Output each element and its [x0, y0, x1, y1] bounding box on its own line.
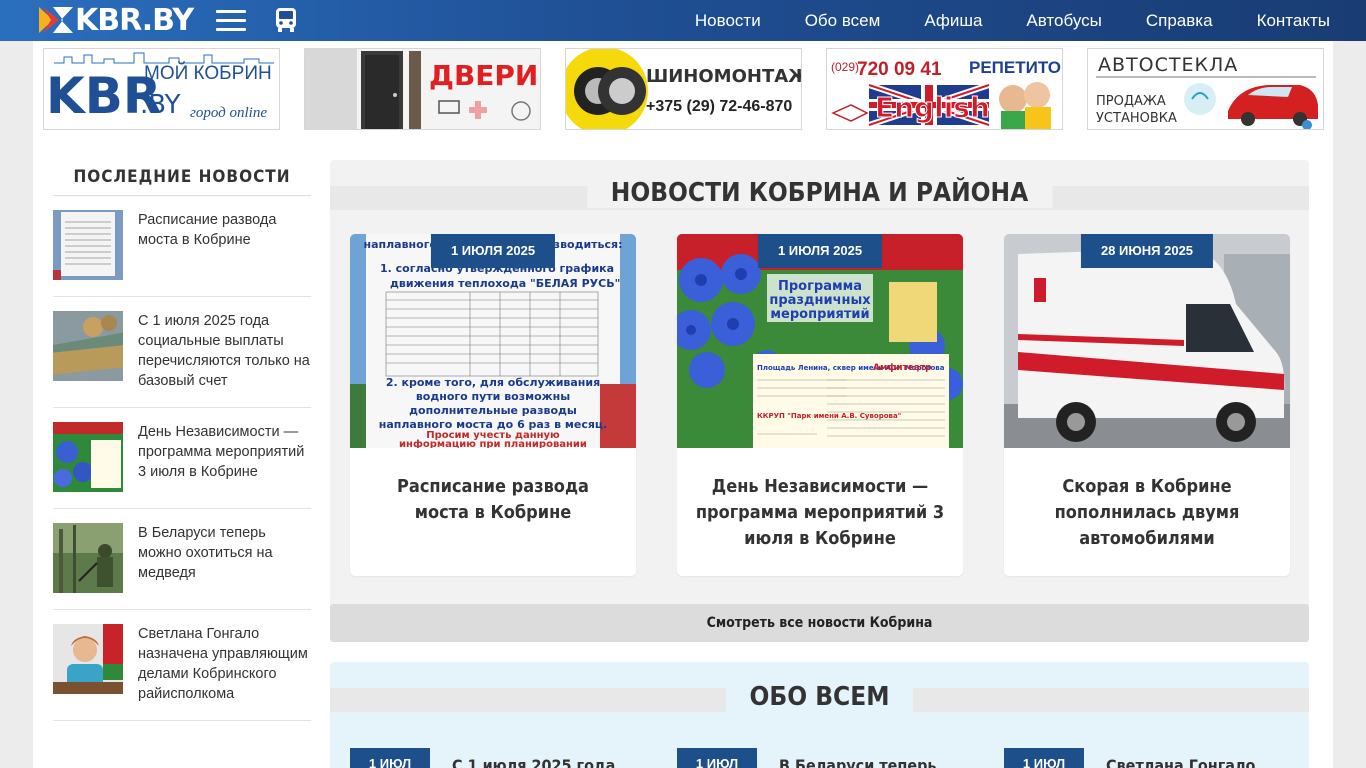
svg-text:АВТОСТЕКЛА: АВТОСТЕКЛА: [1098, 54, 1238, 76]
svg-text:УСТАНОВКА: УСТАНОВКА: [1096, 111, 1177, 126]
svg-text:РЕПЕТИТОР: РЕПЕТИТОР: [969, 58, 1063, 77]
svg-text:ККРУП "Парк имени А.В. Суворов: ККРУП "Парк имени А.В. Суворова": [757, 412, 901, 420]
about-item[interactable]: 1 ИЮЛ С 1 июля 2025 года: [350, 748, 615, 768]
about-item[interactable]: 1 ИЮЛ В Беларуси теперь: [677, 748, 937, 768]
banner-glass[interactable]: АВТОСТЕКЛА ПРОДАЖА УСТАНОВКА: [1087, 48, 1324, 130]
top-header: KBR.BY Новости Обо всем Афиша Автобусы С…: [0, 0, 1366, 41]
news-card-title: День Независимости — программа мероприят…: [695, 476, 945, 549]
nav-reference[interactable]: Справка: [1146, 11, 1213, 31]
news-card-title: Расписание развода моста в Кобрине: [397, 476, 589, 523]
news-section: НОВОСТИ КОБРИНА И РАЙОНА наплавного мост…: [330, 160, 1309, 642]
latest-item-title: День Независимости — программа мероприят…: [138, 424, 305, 480]
svg-text:водного пути возможны: водного пути возможны: [416, 390, 570, 403]
logo-text: KBR.BY: [75, 2, 194, 38]
about-item-date: 1 ИЮЛ: [350, 748, 430, 768]
nav-afisha[interactable]: Афиша: [924, 11, 982, 31]
latest-item[interactable]: Светлана Гонгало назначена управляющим д…: [53, 610, 311, 721]
svg-text:праздничных: праздничных: [769, 293, 871, 308]
news-card[interactable]: наплавного моста будет производиться: 1.…: [350, 234, 636, 576]
svg-text:.BY: .BY: [140, 90, 181, 120]
news-card[interactable]: 2025 Программа праздничных мероприятий П…: [677, 234, 963, 576]
svg-text:дополнительные разводы: дополнительные разводы: [409, 404, 577, 417]
nav-buses[interactable]: Автобусы: [1026, 11, 1101, 31]
news-section-title: НОВОСТИ КОБРИНА И РАЙОНА: [586, 178, 1053, 208]
svg-text:(029): (029): [831, 60, 859, 74]
latest-thumb-portrait: [53, 624, 123, 694]
about-item-date: 1 ИЮЛ: [1004, 748, 1084, 768]
latest-item-title: Светлана Гонгало назначена управляющим д…: [138, 626, 308, 702]
about-section: ОБО ВСЕМ 1 ИЮЛ С 1 июля 2025 года 1 ИЮЛ …: [330, 662, 1309, 768]
svg-text:информацию при планировании: информацию при планировании: [399, 438, 587, 448]
banner-glass-art: АВТОСТЕКЛА ПРОДАЖА УСТАНОВКА: [1096, 54, 1318, 129]
news-card-image: наплавного моста будет производиться: 1.…: [350, 234, 636, 448]
svg-text:мероприятий: мероприятий: [770, 307, 869, 322]
all-news-button[interactable]: Смотреть все новости Кобрина: [330, 604, 1309, 642]
svg-text:город online: город online: [190, 105, 267, 121]
latest-thumb-independence-day: [53, 422, 123, 492]
svg-text:ПРОДАЖА: ПРОДАЖА: [1096, 94, 1166, 109]
latest-news-sidebar: ПОСЛЕДНИЕ НОВОСТИ Расписание развода мос…: [53, 167, 311, 721]
news-card-date: 1 ИЮЛЯ 2025: [430, 234, 556, 268]
svg-text:English: English: [875, 91, 990, 124]
latest-item[interactable]: Расписание развода моста в Кобрине: [53, 196, 311, 297]
nav-about[interactable]: Обо всем: [805, 11, 881, 31]
news-card-date: 28 ИЮНЯ 2025: [1080, 234, 1214, 268]
latest-thumb-money: [53, 311, 123, 381]
banner-tires-art: ШИНОМОНТАЖ +375 (29) 72-46-870: [566, 49, 802, 129]
svg-text:2025: 2025: [895, 249, 956, 274]
latest-item-title: С 1 июля 2025 года социальные выплаты пе…: [138, 313, 310, 389]
news-card-image: 28 ИЮНЯ 2025: [1004, 234, 1290, 448]
banner-doors[interactable]: ДВЕРИ: [304, 48, 541, 130]
latest-thumb-hunter: [53, 523, 123, 593]
site-logo[interactable]: KBR.BY: [39, 2, 194, 38]
svg-text:+375 (29) 72-46-870: +375 (29) 72-46-870: [646, 98, 792, 115]
svg-text:ШИНОМОНТАЖ: ШИНОМОНТАЖ: [646, 66, 802, 87]
latest-news-title: ПОСЛЕДНИЕ НОВОСТИ: [53, 167, 311, 196]
banner-kbr-art: KBR .BY МОЙ КОБРИН город online: [46, 52, 274, 125]
svg-text:движения теплохода "БЕЛАЯ РУСЬ: движения теплохода "БЕЛАЯ РУСЬ": [390, 277, 620, 290]
svg-text:720 09 41: 720 09 41: [857, 59, 942, 80]
svg-text:ДВЕРИ: ДВЕРИ: [429, 59, 538, 92]
about-item[interactable]: 1 ИЮЛ Светлана Гонгало: [1004, 748, 1255, 768]
news-card-date: 1 ИЮЛЯ 2025: [757, 234, 883, 268]
banner-tutor-art: (029) 720 09 41 РЕПЕТИТОР English: [831, 58, 1063, 129]
news-card[interactable]: 28 ИЮНЯ 2025 Скорая в Кобрине пополнилас…: [1004, 234, 1290, 576]
main-nav: Новости Обо всем Афиша Автобусы Справка …: [651, 0, 1330, 41]
svg-text:2. кроме того, для обслуживани: 2. кроме того, для обслуживания: [386, 376, 600, 389]
banner-tires[interactable]: ШИНОМОНТАЖ +375 (29) 72-46-870: [565, 48, 802, 130]
menu-burger-icon[interactable]: [216, 10, 246, 32]
about-item-date: 1 ИЮЛ: [677, 748, 757, 768]
svg-text:Амфитеатр: Амфитеатр: [873, 363, 932, 373]
ad-banners: KBR .BY МОЙ КОБРИН город online ДВЕРИ ШИ…: [43, 48, 1324, 130]
latest-item[interactable]: День Независимости — программа мероприят…: [53, 408, 311, 509]
latest-item-title: Расписание развода моста в Кобрине: [138, 212, 277, 248]
svg-text:МОЙ КОБРИН: МОЙ КОБРИН: [144, 62, 272, 84]
bus-icon[interactable]: [274, 7, 298, 33]
logo-mark-icon: [39, 5, 73, 35]
about-item-title: В Беларуси теперь: [779, 756, 937, 768]
about-item-title: С 1 июля 2025 года: [452, 756, 616, 768]
nav-contacts[interactable]: Контакты: [1257, 11, 1330, 31]
nav-news[interactable]: Новости: [695, 11, 761, 31]
latest-item[interactable]: В Беларуси теперь можно охотиться на мед…: [53, 509, 311, 610]
news-card-image: 2025 Программа праздничных мероприятий П…: [677, 234, 963, 448]
about-section-title: ОБО ВСЕМ: [725, 682, 914, 712]
page-container: KBR .BY МОЙ КОБРИН город online ДВЕРИ ШИ…: [33, 41, 1333, 768]
latest-thumb-bridge-schedule: [53, 210, 123, 280]
banner-tutor[interactable]: (029) 720 09 41 РЕПЕТИТОР English: [826, 48, 1063, 130]
news-card-title: Скорая в Кобрине пополнилась двумя автом…: [1054, 476, 1240, 549]
latest-item-title: В Беларуси теперь можно охотиться на мед…: [138, 525, 273, 581]
latest-item[interactable]: С 1 июля 2025 года социальные выплаты пе…: [53, 297, 311, 408]
banner-kbr[interactable]: KBR .BY МОЙ КОБРИН город online: [43, 48, 280, 130]
banner-doors-art: ДВЕРИ: [305, 49, 540, 129]
about-item-title: Светлана Гонгало: [1106, 756, 1256, 768]
svg-text:Программа: Программа: [778, 279, 862, 294]
